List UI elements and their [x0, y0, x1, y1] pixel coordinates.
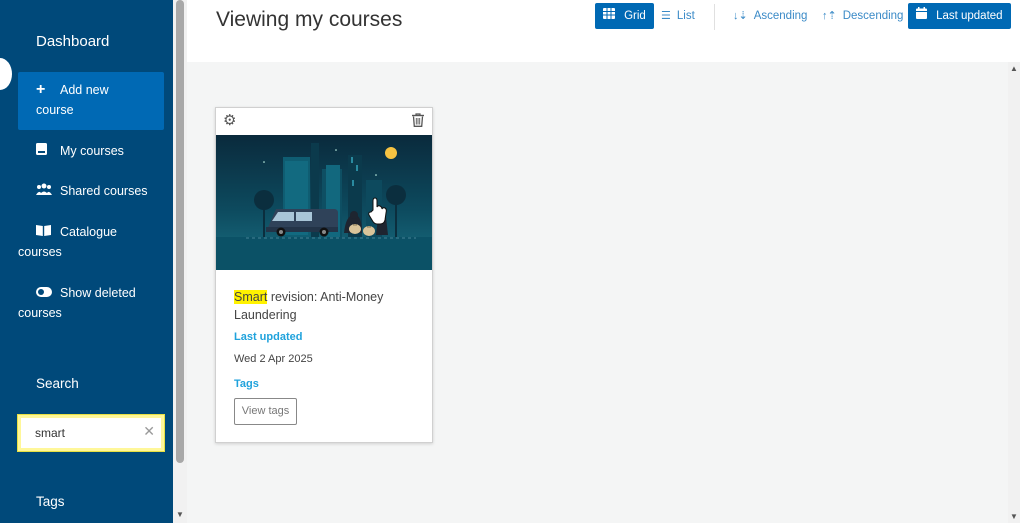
sort-descending-label: Descending — [842, 10, 904, 22]
tags-heading: Tags — [36, 494, 65, 509]
scroll-up-arrow-icon[interactable]: ▲ — [1010, 64, 1018, 73]
page-title: Viewing my courses — [216, 8, 403, 31]
sidebar-item-label: Catalogue — [60, 225, 117, 239]
scroll-down-arrow-icon[interactable]: ▼ — [1010, 512, 1018, 521]
sidebar-item-catalogue-courses[interactable]: Catalogue courses — [18, 222, 164, 262]
search-heading: Search — [36, 376, 79, 391]
open-book-icon — [36, 222, 52, 242]
sidebar-title[interactable]: Dashboard — [36, 33, 109, 50]
scrollbar-thumb[interactable] — [176, 0, 184, 463]
toggle-icon — [36, 283, 52, 303]
sort-last-updated-button[interactable]: Last updated — [908, 3, 1011, 29]
sidebar-item-shared-courses[interactable]: Shared courses — [18, 181, 164, 201]
grid-view-button[interactable]: Grid — [595, 3, 654, 29]
search-highlight: Smart — [234, 290, 268, 304]
clear-search-icon[interactable]: ✕ — [143, 423, 155, 440]
users-icon — [36, 181, 52, 201]
search-box: ✕ — [17, 414, 165, 452]
sidebar-item-label: Add new — [60, 83, 109, 97]
last-updated-label: Last updated — [234, 331, 303, 343]
view-tags-button[interactable]: View tags — [234, 398, 297, 425]
sidebar-item-label: Shared courses — [60, 184, 148, 198]
grid-view-label: Grid — [624, 10, 646, 22]
content-scrollbar[interactable]: ▲ ▼ — [1008, 62, 1020, 523]
search-input[interactable] — [35, 425, 135, 441]
last-updated-date: Wed 2 Apr 2025 — [234, 353, 313, 365]
sort-descending-button[interactable]: ↑⇡ Descending — [814, 3, 911, 29]
sort-ascending-icon: ↓⇣ — [733, 10, 748, 22]
list-view-label: List — [676, 10, 695, 22]
course-card[interactable]: ⚙ Smart revision: Anti-Money Laundering … — [215, 107, 433, 443]
trash-icon[interactable] — [412, 113, 426, 129]
sort-last-updated-label: Last updated — [936, 10, 1003, 22]
sidebar-item-my-courses[interactable]: My courses — [18, 141, 164, 161]
toolbar-divider — [714, 4, 715, 30]
sidebar-item-label-line2: courses — [18, 306, 62, 320]
calendar-icon — [916, 7, 930, 22]
course-thumbnail-image[interactable] — [216, 135, 432, 270]
grid-icon — [603, 8, 618, 22]
list-view-button[interactable]: ☰ List — [653, 3, 703, 29]
book-icon — [36, 141, 52, 161]
sort-ascending-button[interactable]: ↓⇣ Ascending — [725, 3, 815, 29]
sidebar-item-label: My courses — [60, 144, 124, 158]
page-scrollbar[interactable]: ▼ — [173, 0, 187, 523]
sidebar-item-show-deleted-courses[interactable]: Show deleted courses — [18, 283, 164, 323]
sidebar-item-label-line2: courses — [18, 245, 62, 259]
sidebar-item-label-line2: course — [36, 103, 74, 117]
scroll-down-arrow-icon[interactable]: ▼ — [176, 510, 184, 519]
sidebar-item-label: Show deleted — [60, 286, 136, 300]
list-icon: ☰ — [661, 10, 671, 22]
sidebar: Dashboard + Add new course My courses Sha… — [0, 0, 173, 523]
plus-icon: + — [36, 81, 46, 98]
sort-descending-icon: ↑⇡ — [822, 10, 837, 22]
tags-label: Tags — [234, 378, 259, 390]
gear-icon[interactable]: ⚙ — [223, 113, 239, 129]
course-title[interactable]: Smart revision: Anti-Money Laundering — [234, 288, 419, 324]
sort-ascending-label: Ascending — [753, 10, 808, 22]
add-new-course-button[interactable]: + Add new course — [18, 72, 164, 130]
